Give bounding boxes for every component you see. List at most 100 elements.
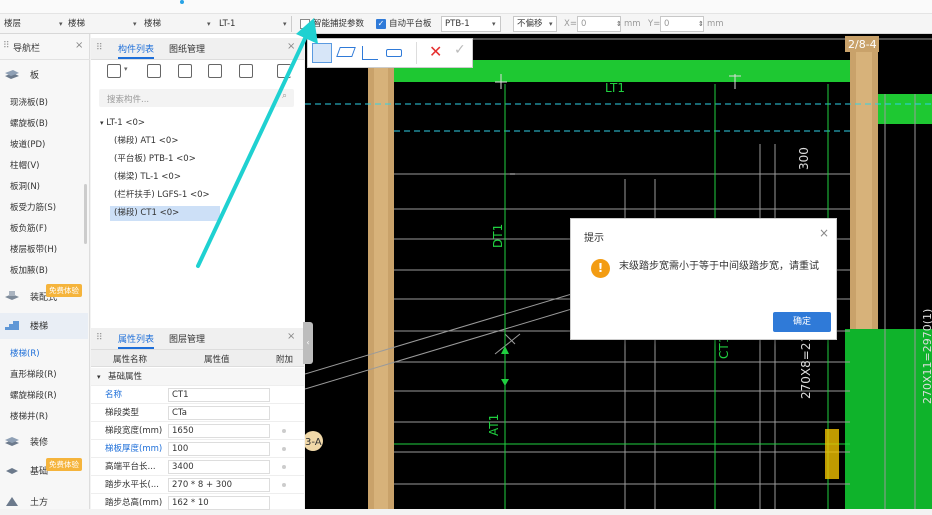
y-label: Y=	[648, 19, 661, 29]
close-icon[interactable]: ×	[75, 40, 83, 51]
extra-dot[interactable]	[282, 447, 286, 451]
nav-category-decoration[interactable]: 装修	[0, 429, 88, 455]
chevron-down-icon[interactable]: ▾	[549, 16, 553, 32]
property-name: 踏步水平长(...	[105, 480, 159, 490]
extra-dot[interactable]	[282, 483, 286, 487]
drag-handle-icon[interactable]: ⠿	[3, 41, 10, 51]
nav-item-ramp[interactable]: 坡道(PD)	[10, 138, 45, 150]
property-table-header: 属性名称 属性值 附加	[91, 350, 304, 367]
nav-category-earthwork[interactable]: 土方	[0, 489, 88, 515]
label-dt1: DT1	[491, 224, 505, 248]
railing-draw-icon[interactable]	[362, 46, 378, 60]
copy-icon[interactable]	[147, 64, 161, 78]
type-dropdown[interactable]: 楼梯	[144, 16, 161, 32]
tree-item-ptb1[interactable]: (平台板) PTB-1 <0>	[110, 152, 196, 167]
tab-property-list[interactable]: 属性列表	[118, 332, 155, 349]
free-trial-badge: 免费体验	[46, 458, 82, 471]
auto-platform-label: 自动平台板	[389, 19, 432, 29]
divider	[416, 42, 417, 64]
step-draw-icon[interactable]	[386, 49, 402, 57]
chevron-down-icon[interactable]: ▾	[100, 119, 104, 127]
property-value-input[interactable]: 3400	[168, 460, 270, 474]
offset-select-value: 不偏移	[517, 19, 543, 29]
ok-button[interactable]: 确定	[773, 312, 831, 332]
tree-root[interactable]: ▾ LT-1 <0>	[96, 116, 145, 131]
nav-item-straight-flight[interactable]: 直形梯段(R)	[10, 368, 57, 380]
nav-item-floor-strip[interactable]: 楼层板带(H)	[10, 243, 57, 255]
slab-draw-icon[interactable]	[336, 47, 356, 57]
nav-item-slab-haunch[interactable]: 板加腋(B)	[10, 264, 48, 276]
property-value-input[interactable]: 270 * 8 + 300	[168, 478, 270, 492]
top-toolbar: 楼层 ▾ 楼梯 ▾ 楼梯 ▾ LT-1 ▾ 智能捕捉参数 ✓ 自动平台板 PTB…	[0, 0, 932, 34]
y-unit: mm	[707, 19, 724, 29]
chevron-down-icon[interactable]: ▾	[97, 368, 101, 386]
new-component-icon[interactable]	[107, 64, 121, 78]
alert-dialog: 提示 × ! 末级踏步宽需小于等于中间级踏步宽，请重试 确定	[570, 218, 837, 340]
property-name: 踏步总高(mm)	[105, 498, 163, 508]
property-name: 高端平台长...	[105, 462, 156, 472]
stepper-icon[interactable]: ⇕	[616, 16, 622, 32]
tree-item-at1[interactable]: (梯段) AT1 <0>	[110, 134, 178, 149]
nav-item-stair-well[interactable]: 楼梯井(R)	[10, 410, 48, 422]
nav-category-board[interactable]: 板	[0, 62, 88, 88]
grid-label-top: 2/8-4	[848, 38, 877, 51]
nav-item-slab-hole[interactable]: 板洞(N)	[10, 180, 40, 192]
x-input[interactable]: 0	[577, 16, 621, 32]
drag-handle-icon[interactable]: ⠿	[96, 333, 103, 343]
nav-item-spiral-slab[interactable]: 螺旋板(B)	[10, 117, 48, 129]
col-name-header: 属性名称	[113, 355, 148, 365]
nav-item-negative-rebar[interactable]: 板负筋(F)	[10, 222, 47, 234]
decoration-icon	[5, 437, 19, 446]
property-group-label: 基础属性	[108, 372, 143, 382]
confirm-icon[interactable]: ✓	[454, 42, 466, 58]
nav-category-label: 土方	[30, 498, 49, 508]
tab-component-list[interactable]: 构件列表	[118, 42, 155, 59]
free-trial-badge: 免费体验	[46, 284, 82, 297]
tree-item-tl1[interactable]: (梯梁) TL-1 <0>	[110, 170, 181, 185]
tree-root-label: LT-1 <0>	[106, 118, 146, 128]
stepper-icon[interactable]: ⇕	[698, 16, 704, 32]
property-value-input[interactable]: 162 * 10	[168, 496, 270, 510]
x-unit: mm	[624, 19, 641, 29]
category-dropdown[interactable]: 楼梯	[68, 16, 85, 32]
chevron-down-icon[interactable]: ▾	[59, 16, 63, 32]
property-value-input[interactable]: CT1	[168, 388, 270, 402]
property-row: 踏步水平长(... 270 * 8 + 300	[91, 476, 304, 494]
nav-item-slab-rebar[interactable]: 板受力筋(S)	[10, 201, 56, 213]
warning-icon: !	[591, 259, 610, 278]
property-row: 踏步总高(mm) 162 * 10	[91, 494, 304, 512]
nav-panel: ⠿ 导航栏 × 板 现浇板(B) 螺旋板(B) 坡道(PD) 柱帽(V) 板洞(…	[0, 34, 90, 509]
property-row: 梯段宽度(mm) 1650	[91, 422, 304, 440]
panel-collapse-handle[interactable]: ‹	[303, 322, 313, 364]
property-value-input[interactable]: CTa	[168, 406, 270, 420]
nav-item-column-cap[interactable]: 柱帽(V)	[10, 159, 39, 171]
y-input-value: 0	[664, 19, 670, 29]
nav-category-stairs[interactable]: 楼梯	[0, 313, 88, 339]
cancel-icon[interactable]: ✕	[429, 42, 442, 61]
chevron-down-icon[interactable]: ▾	[133, 16, 137, 32]
nav-header: ⠿ 导航栏 ×	[0, 34, 90, 60]
dialog-title: 提示	[584, 233, 604, 244]
close-icon[interactable]: ×	[819, 226, 829, 240]
search-input[interactable]: 搜索构件...	[107, 93, 149, 105]
property-row: 名称 CT1	[91, 386, 304, 404]
col-value-header: 属性值	[204, 355, 230, 365]
close-icon[interactable]: ×	[287, 331, 295, 342]
property-value-input[interactable]: 100	[168, 442, 270, 456]
extra-dot[interactable]	[282, 429, 286, 433]
property-value-input[interactable]: 1650	[168, 424, 270, 438]
nav-item-stairs[interactable]: 楼梯(R)	[10, 347, 40, 359]
nav-item-spiral-flight[interactable]: 螺旋梯段(R)	[10, 389, 57, 401]
chevron-down-icon[interactable]: ▾	[124, 65, 128, 73]
platform-select-value: PTB-1	[445, 19, 470, 29]
tab-layer-management[interactable]: 图层管理	[169, 332, 205, 345]
floor-dropdown[interactable]: 楼层	[4, 16, 21, 32]
auto-platform-checkbox[interactable]: ✓	[376, 19, 386, 29]
drag-handle-icon[interactable]: ⠿	[96, 43, 103, 53]
property-name: 梯板厚度(mm)	[105, 444, 163, 454]
nav-item-slab[interactable]: 现浇板(B)	[10, 96, 48, 108]
chevron-down-icon[interactable]: ▾	[492, 16, 496, 32]
nav-scrollbar[interactable]	[84, 184, 87, 244]
extra-dot[interactable]	[282, 465, 286, 469]
property-group[interactable]: ▾ 基础属性	[91, 368, 304, 386]
